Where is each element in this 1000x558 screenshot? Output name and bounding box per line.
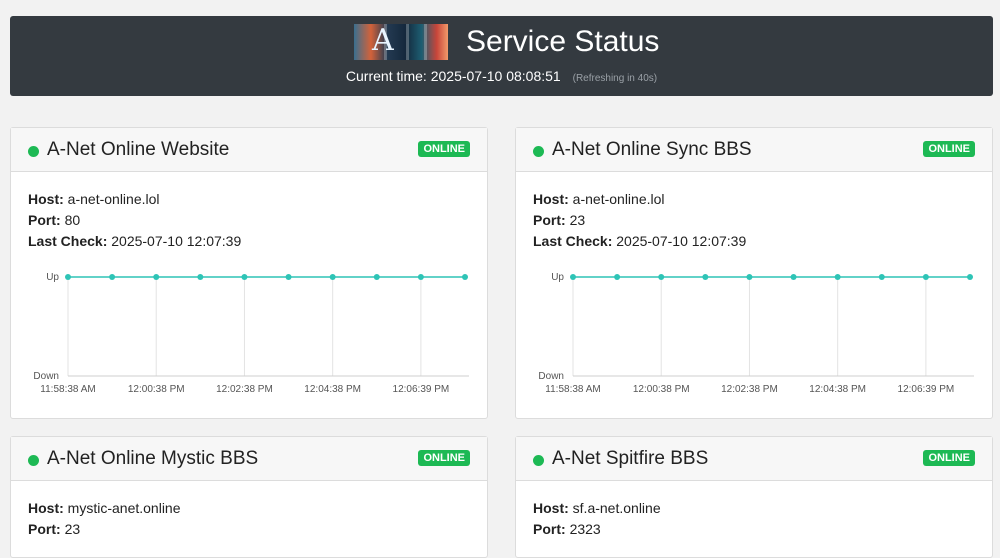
service-card: A-Net Spitfire BBS ONLINE Host: sf.a-net… — [515, 436, 993, 558]
host-label: Host: — [533, 191, 569, 207]
last-check-value: 2025-07-10 12:07:39 — [616, 233, 747, 249]
data-point — [967, 274, 973, 280]
service-card: A-Net Online Sync BBS ONLINE Host: a-net… — [515, 127, 993, 419]
data-point — [153, 274, 160, 280]
host-value: a-net-online.lol — [67, 191, 160, 207]
data-point — [65, 274, 71, 280]
card-header: A-Net Online Sync BBS ONLINE — [516, 128, 992, 172]
status-badge: ONLINE — [923, 141, 975, 157]
last-check-row: Last Check: 2025-07-10 12:07:39 — [28, 231, 241, 252]
data-point — [746, 274, 753, 280]
host-value: mystic-anet.online — [67, 500, 181, 516]
y-tick-label: Up — [46, 272, 59, 283]
host-label: Host: — [28, 191, 64, 207]
x-tick-label: 12:06:39 PM — [898, 384, 955, 395]
x-tick-label: 12:04:38 PM — [304, 384, 361, 395]
data-point — [702, 274, 709, 280]
card-header: A-Net Spitfire BBS ONLINE — [516, 437, 992, 481]
x-tick-label: 12:00:38 PM — [128, 384, 185, 395]
x-tick-label: 12:02:38 PM — [721, 384, 778, 395]
header-bar: A Service Status Current time: 2025-07-1… — [10, 16, 993, 96]
data-point — [241, 274, 248, 280]
host-label: Host: — [28, 500, 64, 516]
data-point — [658, 274, 665, 280]
y-tick-label: Down — [538, 371, 564, 382]
data-point — [417, 274, 424, 280]
data-point — [329, 274, 336, 280]
x-tick-label: 12:00:38 PM — [633, 384, 690, 395]
current-time-value: 2025-07-10 08:08:51 — [430, 68, 561, 84]
port-row: Port: 80 — [28, 210, 80, 231]
x-tick-label: 11:58:38 AM — [545, 384, 600, 395]
host-row: Host: sf.a-net.online — [533, 498, 661, 519]
uptime-chart: 11:58:38 AM 12:00:38 PM 12:02:38 PM 12:04:3… — [538, 272, 974, 395]
host-row: Host: a-net-online.lol — [533, 189, 665, 210]
data-point — [614, 274, 621, 280]
port-row: Port: 2323 — [533, 519, 601, 540]
status-badge: ONLINE — [418, 450, 470, 466]
service-name: A-Net Online Website — [47, 139, 230, 160]
x-tick-label: 12:02:38 PM — [216, 384, 273, 395]
host-label: Host: — [533, 500, 569, 516]
service-name: A-Net Online Sync BBS — [552, 139, 752, 160]
port-label: Port: — [28, 521, 61, 537]
last-check-label: Last Check: — [533, 233, 613, 249]
port-row: Port: 23 — [533, 210, 585, 231]
service-card: A-Net Online Website ONLINE Host: a-net-… — [10, 127, 488, 419]
card-header: A-Net Online Mystic BBS ONLINE — [11, 437, 487, 481]
refresh-countdown: (Refreshing in 40s) — [572, 73, 658, 84]
host-row: Host: mystic-anet.online — [28, 498, 181, 519]
port-value: 23 — [64, 521, 81, 537]
page-title: Service Status — [466, 25, 660, 58]
service-name: A-Net Online Mystic BBS — [47, 448, 259, 469]
data-point — [462, 274, 468, 280]
card-header: A-Net Online Website ONLINE — [11, 128, 487, 172]
status-dot-icon — [28, 146, 39, 157]
current-time-line: Current time: 2025-07-10 08:08:51 (Refre… — [10, 68, 993, 84]
last-check-label: Last Check: — [28, 233, 108, 249]
status-dot-icon — [533, 455, 544, 466]
data-point — [109, 274, 116, 280]
last-check-value: 2025-07-10 12:07:39 — [111, 233, 242, 249]
service-name: A-Net Spitfire BBS — [552, 448, 709, 469]
host-row: Host: a-net-online.lol — [28, 189, 160, 210]
y-tick-label: Up — [551, 272, 564, 283]
data-point — [197, 274, 204, 280]
status-badge: ONLINE — [923, 450, 975, 466]
y-tick-label: Down — [33, 371, 59, 382]
data-point — [373, 274, 380, 280]
port-value: 80 — [64, 212, 81, 228]
port-value: 2323 — [569, 521, 601, 537]
status-badge: ONLINE — [418, 141, 470, 157]
data-point — [922, 274, 929, 280]
logo-image: A — [354, 24, 448, 60]
current-time-label: Current time: — [345, 68, 427, 84]
port-row: Port: 23 — [28, 519, 80, 540]
x-tick-label: 12:04:38 PM — [809, 384, 866, 395]
x-tick-label: 12:06:39 PM — [393, 384, 450, 395]
uptime-chart: 11:58:38 AM 12:00:38 PM 12:02:38 PM 12:04:3… — [33, 272, 469, 395]
service-card: A-Net Online Mystic BBS ONLINE Host: mys… — [10, 436, 488, 558]
data-point — [570, 274, 576, 280]
last-check-row: Last Check: 2025-07-10 12:07:39 — [533, 231, 746, 252]
status-dot-icon — [533, 146, 544, 157]
data-point — [834, 274, 841, 280]
host-value: sf.a-net.online — [572, 500, 661, 516]
host-value: a-net-online.lol — [572, 191, 665, 207]
data-point — [878, 274, 885, 280]
port-label: Port: — [28, 212, 61, 228]
logo-letter: A — [372, 24, 394, 58]
x-tick-label: 11:58:38 AM — [40, 384, 95, 395]
status-dot-icon — [28, 455, 39, 466]
port-value: 23 — [569, 212, 586, 228]
port-label: Port: — [533, 521, 566, 537]
data-point — [285, 274, 292, 280]
port-label: Port: — [533, 212, 566, 228]
data-point — [790, 274, 797, 280]
